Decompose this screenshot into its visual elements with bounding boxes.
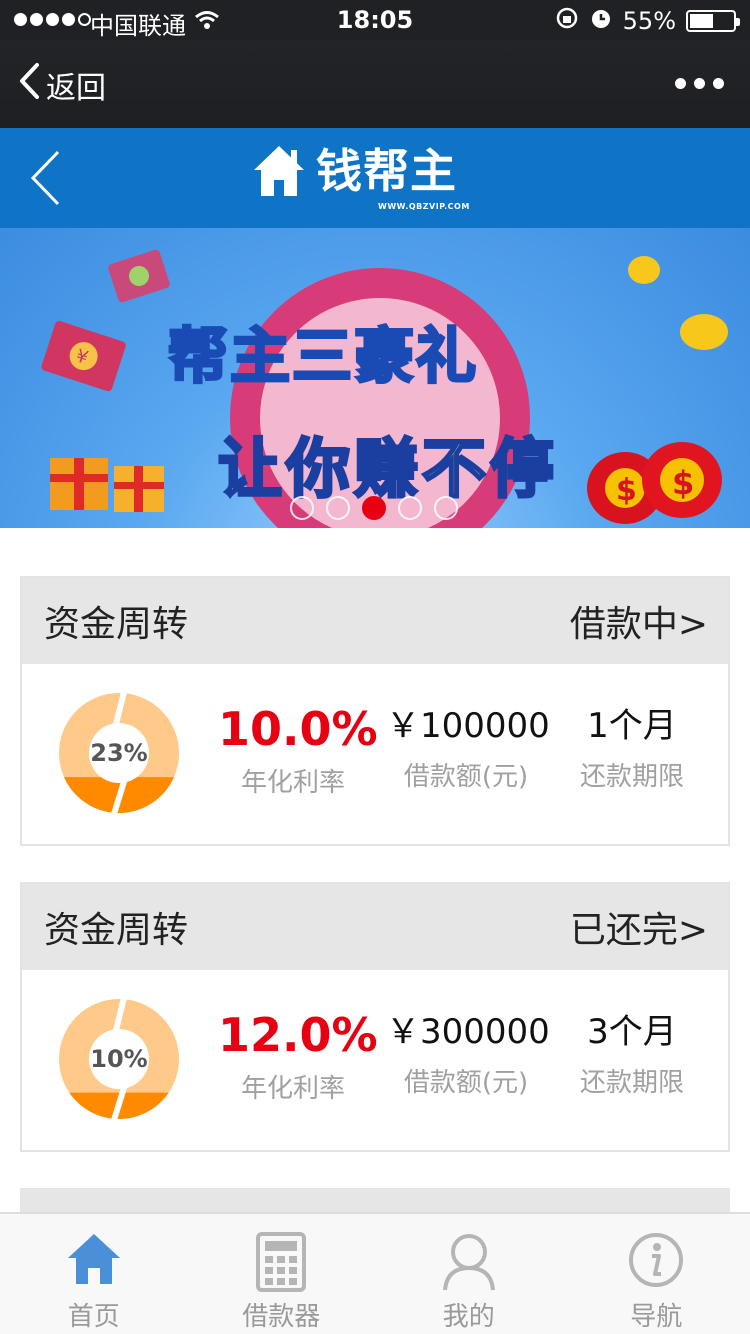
rotation-lock-icon xyxy=(555,6,579,36)
red-envelope-icon xyxy=(108,249,170,303)
alarm-icon xyxy=(589,6,613,36)
chevron-left-icon xyxy=(18,62,40,108)
loan-status-link[interactable]: 借款中> xyxy=(570,595,708,647)
carousel-dot[interactable] xyxy=(362,496,386,520)
status-bar: 中国联通 18:05 55% xyxy=(0,0,750,40)
loan-title: 资金周转 xyxy=(44,604,189,645)
progress-percent: 10% xyxy=(90,1045,148,1073)
loan-amount: ￥100000 xyxy=(386,706,550,746)
term-column: 1个月 还款期限 xyxy=(562,704,702,793)
money-bag-icon: $ $ xyxy=(587,442,722,524)
battery-icon xyxy=(686,10,740,32)
nav-bar: 返回 xyxy=(0,40,750,128)
logo-text: 钱帮主 xyxy=(316,144,457,198)
loan-card-header: 资金周转 借款中> xyxy=(22,578,728,664)
loan-term: 1个月 xyxy=(587,706,677,746)
banner-headline: 帮主三豪礼 xyxy=(167,321,478,394)
carousel-dot[interactable] xyxy=(434,496,458,520)
annual-rate-label: 年化利率 xyxy=(240,768,345,798)
home-icon xyxy=(66,1232,122,1290)
more-options-button[interactable] xyxy=(675,78,724,89)
loan-card-body: 10% 12.0% 年化利率 ￥300000 借款额(元) 3个月 还款期限 xyxy=(22,970,728,1150)
term-column: 3个月 还款期限 xyxy=(562,1010,702,1099)
user-icon xyxy=(441,1232,497,1296)
status-right: 55% xyxy=(555,6,740,36)
carousel-dot[interactable] xyxy=(326,496,350,520)
tab-navigation[interactable]: 导航 xyxy=(563,1214,750,1334)
calculator-icon xyxy=(256,1232,307,1296)
progress-percent: 23% xyxy=(90,739,148,767)
tab-home[interactable]: 首页 xyxy=(0,1214,188,1334)
chevron-left-icon xyxy=(30,150,60,206)
info-icon xyxy=(628,1232,684,1292)
tab-label: 导航 xyxy=(630,1302,683,1332)
logo: 钱帮主 WWW.QBZVIP.COM xyxy=(252,142,469,211)
svg-text:$: $ xyxy=(616,473,637,508)
annual-rate: 10.0% xyxy=(218,702,378,756)
logo-subtext: WWW.QBZVIP.COM xyxy=(378,202,470,211)
page: 中国联通 18:05 55% 返回 钱帮主 WWW.QBZVIP.COM ¥ $… xyxy=(0,0,750,1334)
red-envelope-icon: ¥ xyxy=(41,320,126,392)
rate-column: 10.0% 年化利率 xyxy=(218,702,378,799)
carousel-dot[interactable] xyxy=(290,496,314,520)
brand-header: 钱帮主 WWW.QBZVIP.COM xyxy=(0,128,750,228)
house-logo-icon xyxy=(254,146,304,196)
tab-label: 首页 xyxy=(67,1302,120,1332)
amount-column: ￥300000 借款额(元) xyxy=(386,1010,550,1099)
loan-title: 资金周转 xyxy=(44,910,189,951)
coin-icon xyxy=(628,256,728,350)
back-button[interactable]: 返回 xyxy=(18,62,106,108)
rate-column: 12.0% 年化利率 xyxy=(218,1008,378,1105)
loan-amount-label: 借款额(元) xyxy=(403,1068,529,1098)
loan-term-label: 还款期限 xyxy=(579,1068,684,1098)
header-back-button[interactable] xyxy=(28,148,62,212)
loan-card-header: 资金周转 已还完> xyxy=(22,884,728,970)
promo-banner[interactable]: ¥ $ $ 帮主三豪礼 让你赚不停 xyxy=(0,228,750,528)
tab-bar: 首页 借款器 我的 导航 xyxy=(0,1212,750,1334)
amount-column: ￥100000 借款额(元) xyxy=(386,704,550,793)
loan-card[interactable]: 资金周转 借款中> 23% 10.0% 年化利率 ￥100000 借款额(元) … xyxy=(20,576,730,846)
loan-amount-label: 借款额(元) xyxy=(403,762,529,792)
loan-card-body: 23% 10.0% 年化利率 ￥100000 借款额(元) 1个月 还款期限 xyxy=(22,664,728,844)
loan-amount: ￥300000 xyxy=(386,1012,550,1052)
battery-percent: 55% xyxy=(622,7,676,35)
back-label: 返回 xyxy=(46,71,106,106)
loan-term: 3个月 xyxy=(587,1012,677,1052)
loan-status-link[interactable]: 已还完> xyxy=(570,901,708,953)
svg-text:$: $ xyxy=(672,464,694,502)
carousel-dots xyxy=(290,496,458,520)
loan-term-label: 还款期限 xyxy=(579,762,684,792)
tab-label: 借款器 xyxy=(242,1302,321,1332)
tab-label: 我的 xyxy=(442,1302,495,1332)
loan-card[interactable]: 资金周转 已还完> 10% 12.0% 年化利率 ￥300000 借款额(元) … xyxy=(20,882,730,1152)
annual-rate-label: 年化利率 xyxy=(240,1074,345,1104)
tab-calculator[interactable]: 借款器 xyxy=(188,1214,376,1334)
gift-box-icon xyxy=(50,458,164,512)
annual-rate: 12.0% xyxy=(218,1008,378,1062)
carousel-dot[interactable] xyxy=(398,496,422,520)
tab-profile[interactable]: 我的 xyxy=(375,1214,563,1334)
